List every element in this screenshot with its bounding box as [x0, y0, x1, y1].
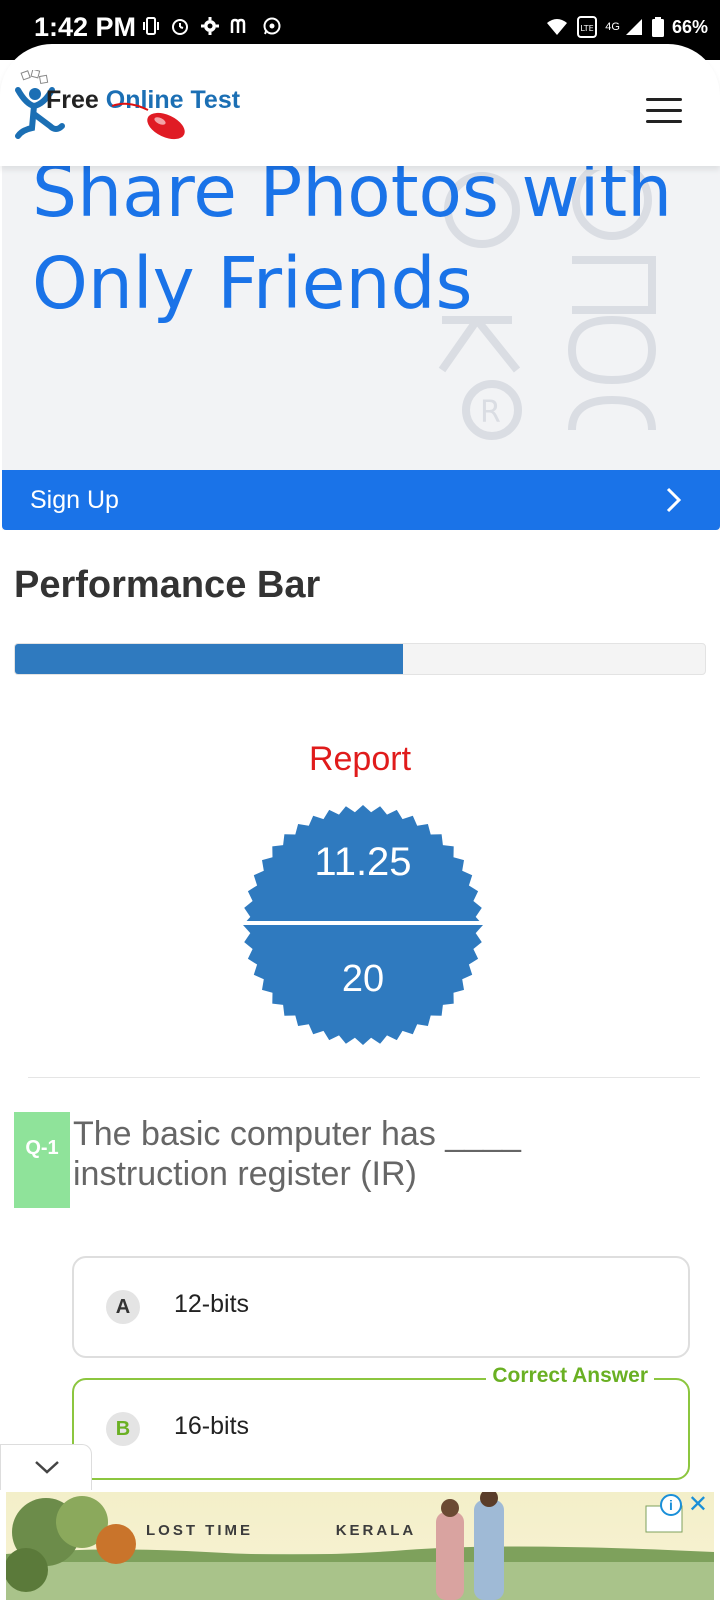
report-label: Report	[308, 740, 412, 778]
settings-icon	[201, 17, 219, 35]
hamburger-menu-icon[interactable]	[646, 98, 682, 124]
signal-icon	[625, 19, 642, 35]
chevron-right-icon	[666, 487, 682, 513]
ad-close-icon[interactable]: ✕	[688, 1490, 708, 1519]
ad-banner-bottom[interactable]: LOST TIME KERALA i ✕	[0, 1484, 720, 1600]
chevron-down-icon	[35, 1461, 59, 1474]
ad-collapse-button[interactable]	[0, 1444, 92, 1490]
logo-mouse-icon	[111, 102, 185, 140]
status-time: 1:42 PM	[34, 12, 137, 42]
ad-signup-button[interactable]: Sign Up	[2, 470, 720, 530]
ad-text-left: LOST TIME	[146, 1522, 253, 1539]
ad-signup-label: Sign Up	[30, 486, 119, 514]
option-b[interactable]: Correct Answer B 16-bits	[72, 1364, 690, 1480]
option-text: 16-bits	[174, 1412, 250, 1440]
question-number-badge: Q-1	[14, 1112, 70, 1208]
wifi-icon	[547, 19, 568, 35]
status-icons-right: LTE 4G 66%	[545, 16, 708, 38]
logo-free: Free	[46, 86, 99, 114]
ad-text-right: KERALA	[335, 1522, 417, 1539]
alarm-icon	[172, 19, 188, 35]
volte-icon: LTE	[577, 16, 598, 38]
network-type: 4G	[605, 21, 620, 33]
site-logo[interactable]: Free Online Test	[10, 70, 260, 150]
correct-answer-label: Correct Answer	[486, 1364, 654, 1388]
score-obtained: 11.25	[314, 840, 412, 884]
vibrate-icon	[143, 17, 159, 35]
performance-bar-fill	[15, 644, 404, 674]
svg-text:LTE: LTE	[581, 24, 594, 33]
battery-icon	[651, 17, 664, 37]
ad-bottom-image[interactable]: LOST TIME KERALA	[6, 1492, 714, 1600]
score-total: 20	[341, 958, 385, 1000]
site-header: Free Online Test	[0, 44, 720, 166]
mail-icon	[230, 18, 246, 33]
performance-bar	[14, 643, 706, 675]
option-text: 12-bits	[174, 1290, 250, 1318]
option-a[interactable]: A 12-bits	[72, 1256, 690, 1358]
status-icons-left	[142, 16, 282, 36]
ad-bottom-tagline: LOST TIME KERALA	[146, 1522, 416, 1539]
battery-percent: 66%	[671, 16, 708, 37]
ad-scenery-graphic	[6, 1492, 714, 1600]
question-text: The basic computer has ____ instruction …	[73, 1115, 521, 1193]
option-letter: B	[106, 1412, 140, 1446]
performance-title: Performance Bar	[14, 564, 321, 606]
whatsapp-icon	[263, 17, 281, 35]
ad-banner-top[interactable]: R Share Photos with Only Friends Sign Up	[2, 160, 720, 530]
ad-headline: Share Photos with Only Friends	[32, 160, 673, 325]
section-divider	[28, 1077, 700, 1078]
svg-text:R: R	[480, 395, 501, 430]
option-letter: A	[106, 1290, 140, 1324]
ad-info-icon[interactable]: i	[660, 1494, 682, 1516]
